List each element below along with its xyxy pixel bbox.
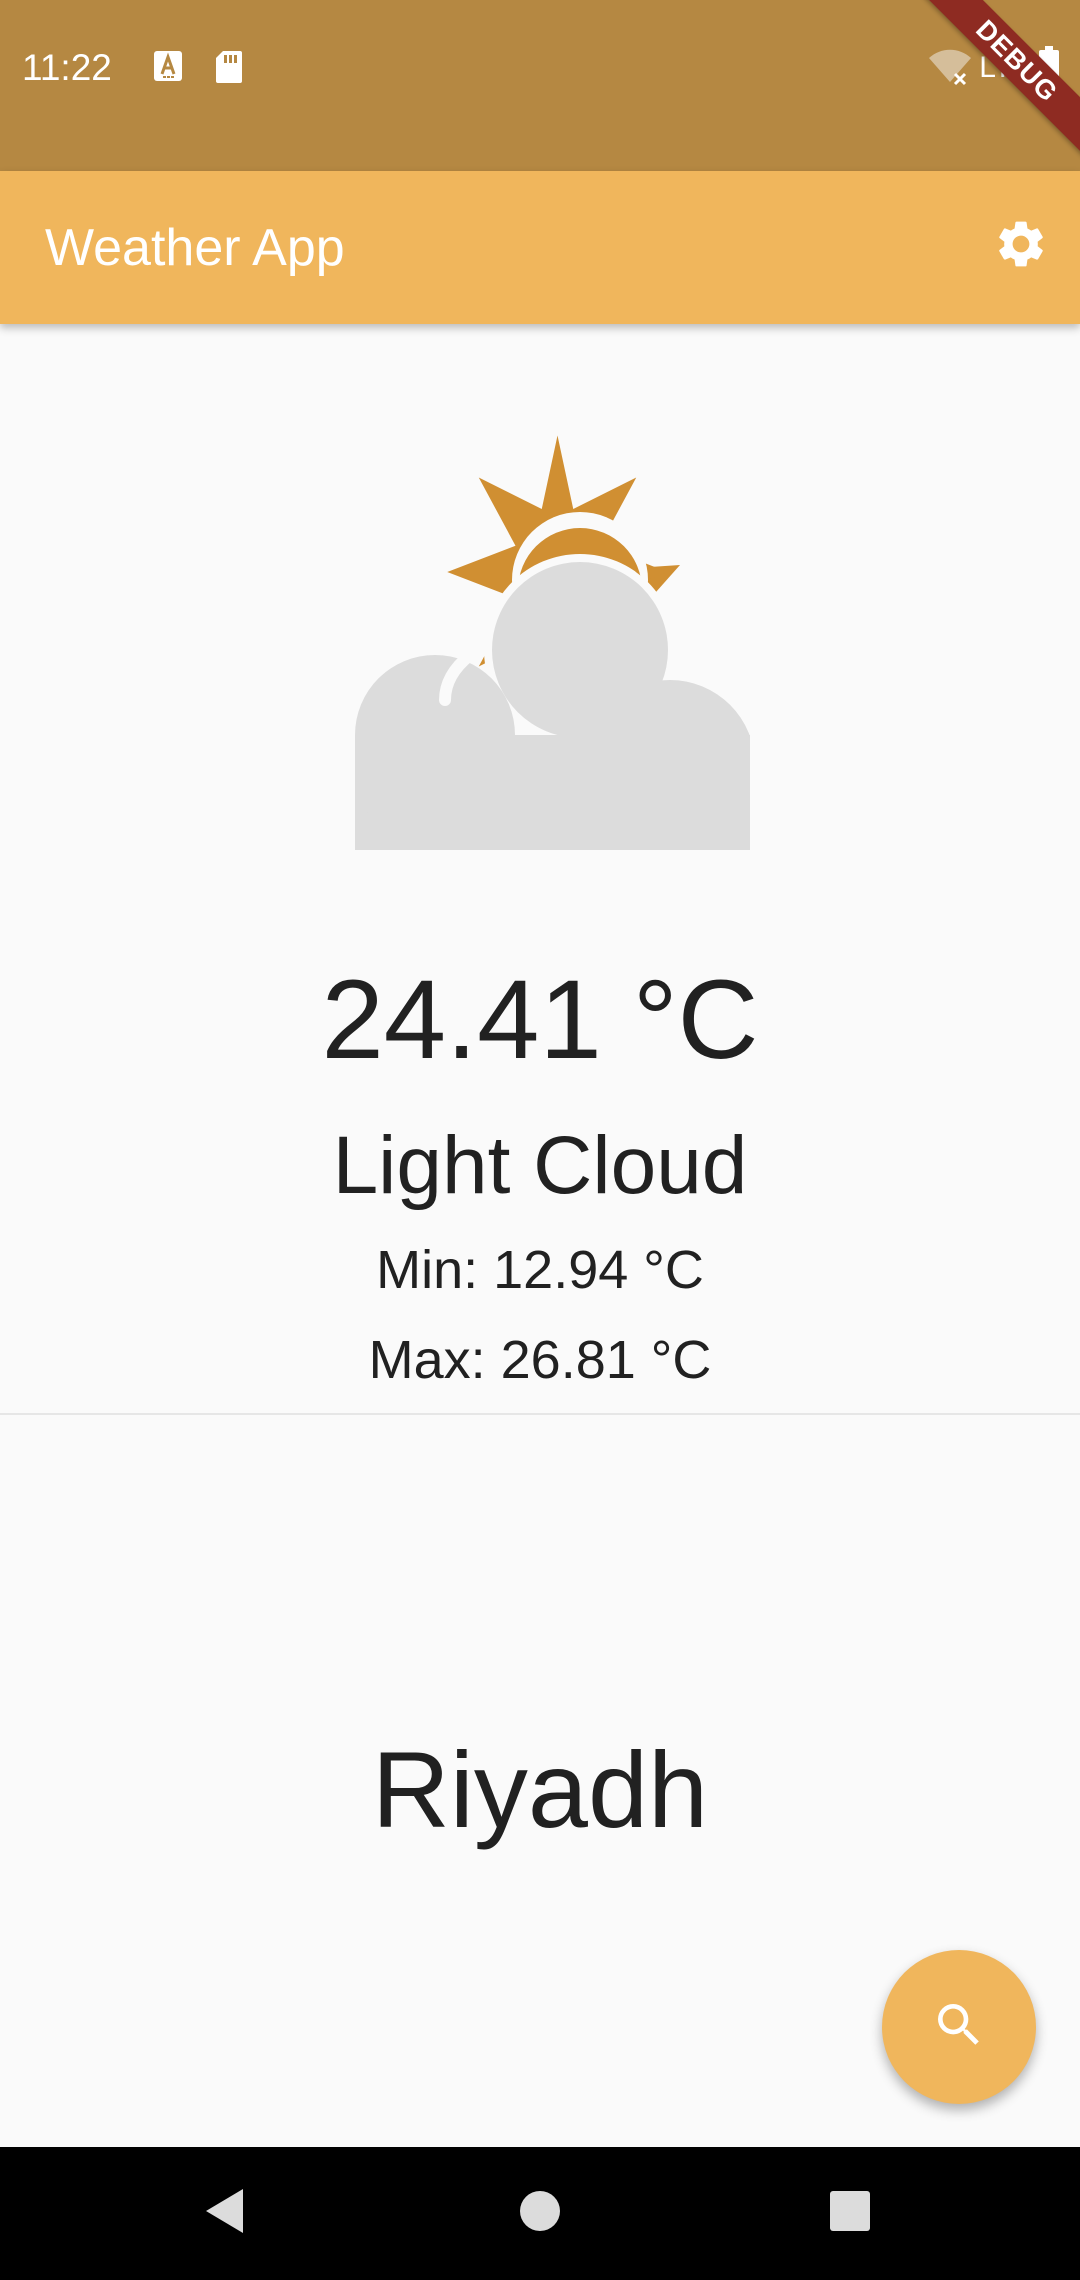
back-button[interactable] [165,2147,285,2280]
back-icon [203,2187,247,2240]
divider [0,1413,1080,1415]
search-icon [931,1997,987,2058]
keyboard-a-icon [153,50,183,87]
home-icon [518,2189,562,2238]
status-bar: 11:22 LTE DEBUG [0,0,1080,171]
settings-button[interactable] [984,209,1058,283]
sd-card-icon [215,50,243,89]
gear-icon [993,216,1049,277]
app-title: Weather App [45,219,345,277]
system-nav-bar [0,2147,1080,2280]
search-button[interactable] [882,1950,1036,2104]
home-button[interactable] [480,2147,600,2280]
recents-button[interactable] [790,2147,910,2280]
battery-icon [1038,45,1060,91]
max-temperature: Max: 26.81 °C [368,1330,712,1390]
weather-condition: Light Cloud [332,1120,748,1211]
status-right-icons: LTE [927,45,1060,91]
min-temperature: Min: 12.94 °C [376,1240,704,1300]
network-type-label: LTE [979,51,1032,84]
recents-icon [828,2189,872,2238]
temperature-value: 24.41 °C [321,957,759,1082]
app-bar: Weather App [0,171,1080,324]
status-time: 11:22 [22,47,112,88]
city-name: Riyadh [371,1729,709,1850]
partly-cloudy-icon [330,425,755,860]
wifi-off-icon [927,46,973,91]
